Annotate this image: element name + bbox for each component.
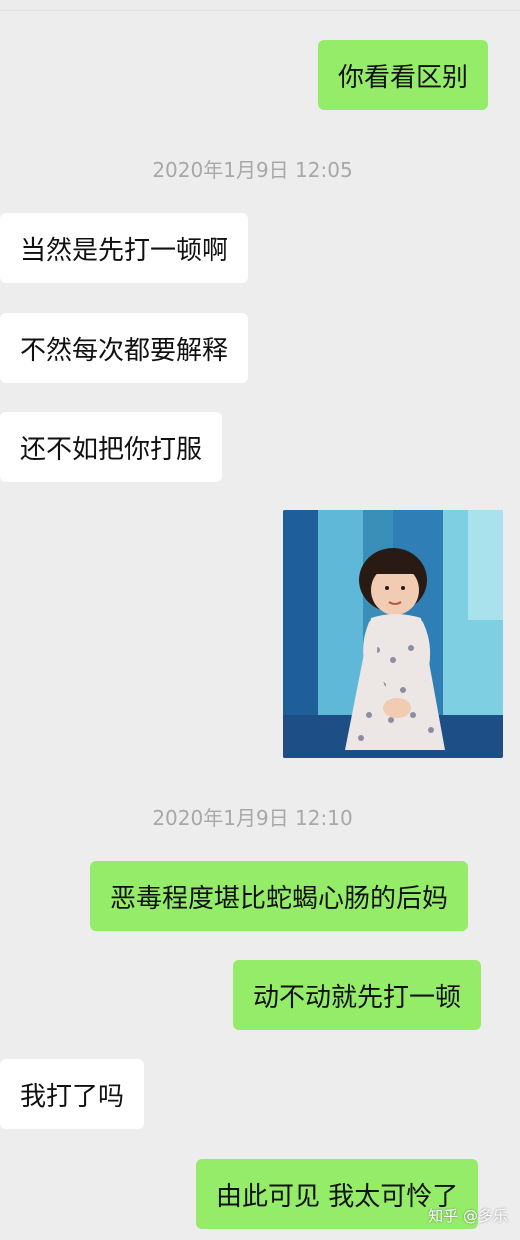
message-bubble-received[interactable]: 当然是先打一顿啊 — [0, 213, 249, 283]
message-bubble-received[interactable]: 我打了吗 — [0, 1059, 145, 1129]
message-text: 由此可见 我太可怜了 — [216, 1181, 459, 1212]
message-bubble-received[interactable]: 不然每次都要解释 — [0, 313, 249, 383]
message-text: 我打了吗 — [20, 1081, 125, 1112]
top-edge — [0, 0, 520, 11]
message-text: 动不动就先打一顿 — [253, 982, 462, 1013]
message-text: 你看看区别 — [338, 62, 469, 93]
message-text: 还不如把你打服 — [20, 434, 203, 465]
meme-child-photo-icon — [283, 510, 503, 758]
chat-view[interactable]: 你看看区别 2020年1月9日 12:05 当然是先打一顿啊 不然每次都要解释 … — [0, 0, 520, 1240]
message-text: 不然每次都要解释 — [20, 335, 229, 366]
image-message[interactable] — [283, 510, 503, 758]
timestamp: 2020年1月9日 12:10 — [152, 806, 353, 830]
timestamp: 2020年1月9日 12:05 — [152, 158, 353, 182]
message-text: 恶毒程度堪比蛇蝎心肠的后妈 — [110, 883, 449, 914]
message-text: 当然是先打一顿啊 — [20, 235, 229, 266]
message-bubble-sent[interactable]: 恶毒程度堪比蛇蝎心肠的后妈 — [90, 861, 469, 931]
message-bubble-received[interactable]: 还不如把你打服 — [0, 412, 223, 482]
message-bubble-sent[interactable]: 你看看区别 — [318, 40, 489, 110]
message-bubble-sent[interactable]: 动不动就先打一顿 — [233, 960, 482, 1030]
zhihu-watermark: 知乎 @多乐 — [428, 1207, 508, 1225]
